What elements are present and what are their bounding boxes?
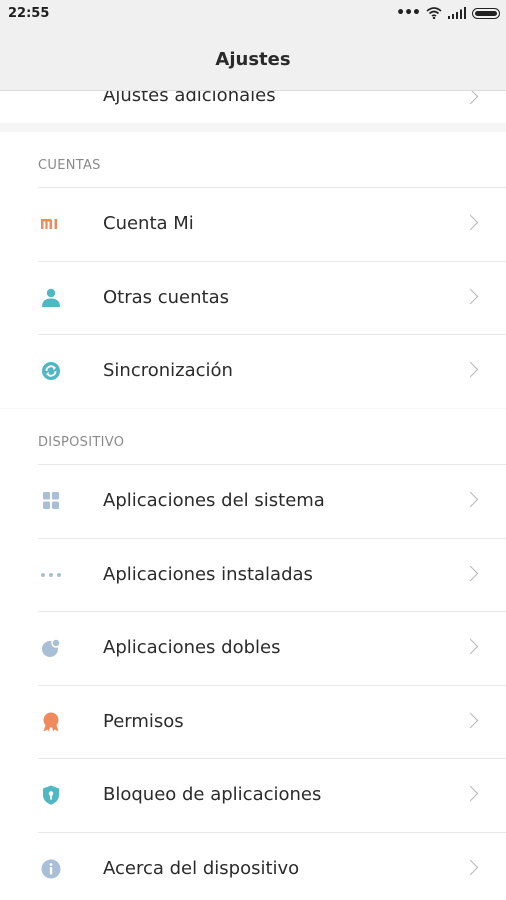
chevron-right-icon: [462, 91, 479, 105]
sync-icon: [40, 361, 62, 381]
section-header: CUENTAS: [0, 132, 506, 187]
settings-item-label: Ajustes adicionales: [103, 91, 276, 106]
user-icon: [40, 288, 62, 308]
chevron-right-icon: [462, 361, 479, 378]
settings-item-label: Bloqueo de aplicaciones: [103, 784, 322, 805]
chevron-right-icon: [462, 859, 479, 875]
settings-item-bloqueo-de-aplicaciones[interactable]: Bloqueo de aplicaciones: [0, 758, 506, 832]
status-icons: •••: [396, 5, 500, 21]
section-header: DISPOSITIVO: [0, 409, 506, 464]
settings-item-aplicaciones-del-sistema[interactable]: Aplicaciones del sistema: [0, 464, 506, 538]
settings-item-label: Acerca del dispositivo: [103, 857, 300, 879]
mi-account-icon: [40, 214, 62, 234]
app-lock-shield-icon: [40, 785, 62, 805]
page-title: Ajustes: [215, 49, 291, 70]
status-bar: 22:55 •••: [0, 0, 506, 30]
settings-item-acerca-del-dispositivo[interactable]: Acerca del dispositivo: [0, 831, 506, 900]
permissions-badge-icon: [40, 712, 62, 732]
dots-apps-icon: [40, 565, 62, 585]
settings-item-label: Permisos: [103, 710, 184, 732]
settings-item-permisos[interactable]: Permisos: [0, 684, 506, 759]
settings-item-label: Otras cuentas: [103, 286, 230, 308]
settings-item-label: Sincronización: [103, 360, 233, 381]
wifi-icon: [426, 7, 442, 19]
settings-item-label: Aplicaciones del sistema: [103, 490, 325, 511]
section-title: CUENTAS: [38, 158, 101, 173]
signal-icon: [448, 7, 466, 19]
chevron-right-icon: [462, 712, 479, 728]
settings-item-label: Aplicaciones dobles: [103, 637, 281, 658]
chevron-right-icon: [462, 214, 479, 231]
settings-item-otras-cuentas[interactable]: Otras cuentas: [0, 260, 506, 335]
more-dots-icon: •••: [396, 5, 421, 21]
grid-apps-icon: [40, 491, 62, 511]
info-icon: [40, 859, 62, 879]
settings-item-label: Cuenta Mi: [103, 213, 194, 234]
chevron-right-icon: [462, 565, 479, 581]
chevron-right-icon: [462, 288, 479, 304]
dual-apps-icon: [40, 638, 62, 658]
settings-item-sincronizacion[interactable]: Sincronización: [0, 334, 506, 408]
settings-item-label: Aplicaciones instaladas: [103, 563, 313, 585]
section-dispositivo: DISPOSITIVO Aplicaciones del sistema Apl…: [0, 409, 506, 900]
settings-item-cuenta-mi[interactable]: Cuenta Mi: [0, 187, 506, 261]
battery-icon: [472, 7, 500, 19]
status-time: 22:55: [8, 6, 50, 21]
section-cuentas: CUENTAS Cuenta Mi Otras cuentas Sincroni…: [0, 132, 506, 408]
settings-item-aplicaciones-dobles[interactable]: Aplicaciones dobles: [0, 611, 506, 685]
chevron-right-icon: [462, 638, 479, 655]
settings-item-aplicaciones-instaladas[interactable]: Aplicaciones instaladas: [0, 537, 506, 612]
chevron-right-icon: [462, 491, 479, 508]
chevron-right-icon: [462, 785, 479, 802]
section-title: DISPOSITIVO: [38, 435, 125, 450]
settings-list[interactable]: Ajustes adicionales CUENTAS Cuenta Mi Ot…: [0, 91, 506, 900]
title-bar: Ajustes: [0, 30, 506, 91]
settings-item-ajustes-adicionales[interactable]: Ajustes adicionales: [0, 91, 506, 123]
